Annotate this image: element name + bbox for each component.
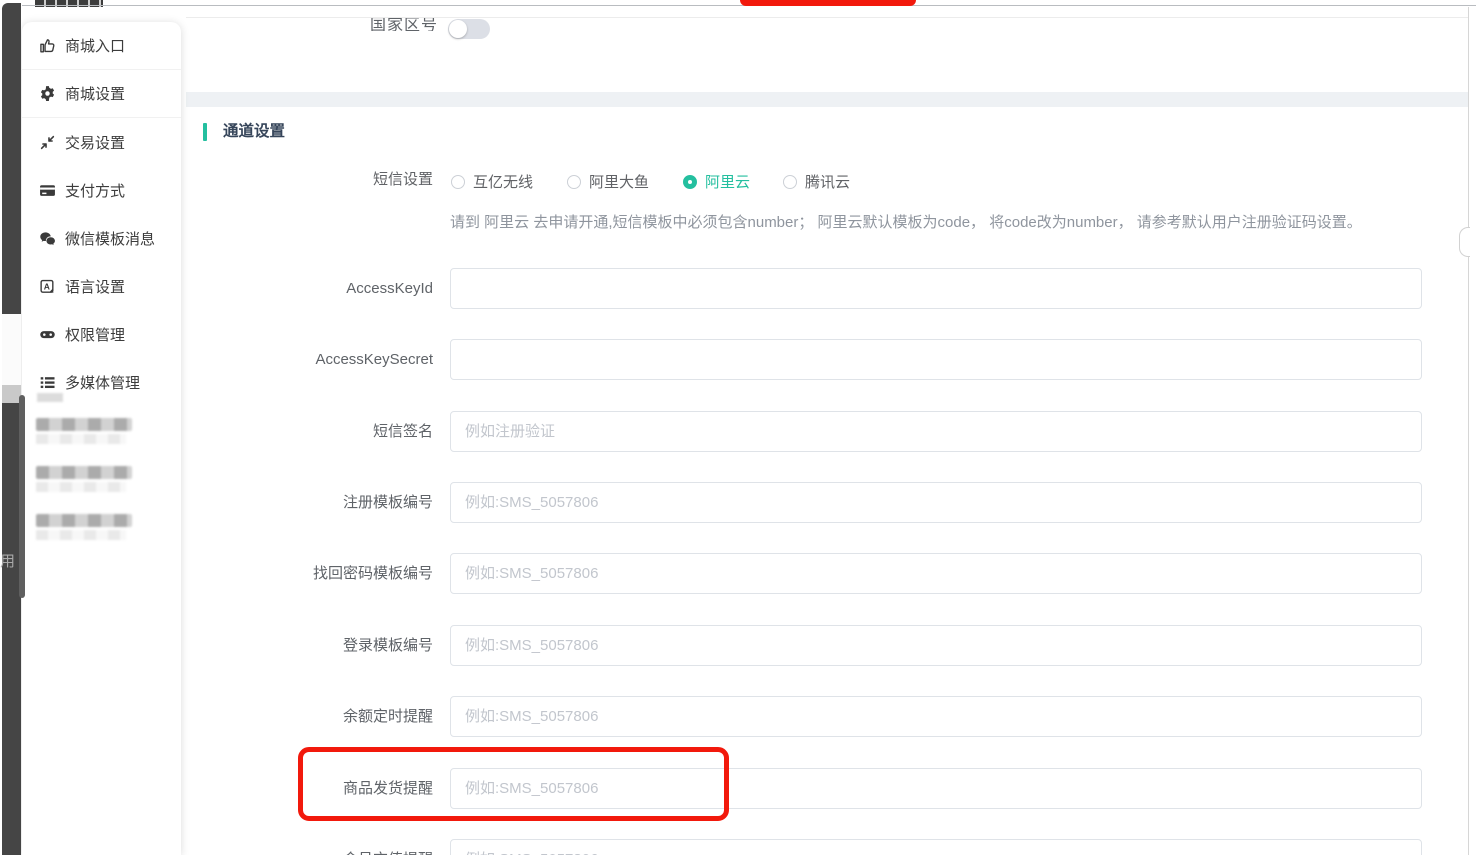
- form-row-sms-signature: 短信签名: [186, 411, 1422, 452]
- country-code-toggle[interactable]: [448, 19, 490, 39]
- sidebar-item-label: 商城设置: [65, 83, 125, 104]
- form-row-login-template: 登录模板编号: [186, 625, 1422, 666]
- form-row-accesskeysecret: AccessKeySecret: [186, 339, 1422, 380]
- field-label: 商品发货提醒: [186, 768, 450, 809]
- blurred-fragment: [37, 393, 63, 402]
- accesskeysecret-input[interactable]: [450, 339, 1422, 380]
- field-label: 找回密码模板编号: [186, 553, 450, 594]
- sidebar-item-label: 微信模板消息: [65, 228, 155, 249]
- wechat-icon: [39, 230, 56, 247]
- sidebar-item-blurred-2[interactable]: [36, 466, 132, 492]
- list-icon: [39, 374, 56, 391]
- radio-huyi-wireless[interactable]: 互亿无线: [451, 171, 533, 192]
- sidebar-item-blurred-3[interactable]: [36, 514, 132, 540]
- credit-card-icon: [39, 182, 56, 199]
- sidebar-item-trade-settings[interactable]: 交易设置: [22, 118, 181, 166]
- content-right-border: [1468, 7, 1469, 855]
- shipping-reminder-input[interactable]: [450, 768, 1422, 809]
- clipped-char: 用: [0, 553, 18, 571]
- field-label: 余额定时提醒: [186, 696, 450, 737]
- country-code-label-clipped: 国家区号: [370, 18, 442, 31]
- gamepad-icon: [39, 326, 56, 343]
- radio-tencent-cloud[interactable]: 腾讯云: [783, 171, 850, 192]
- accesskeyid-input[interactable]: [450, 268, 1422, 309]
- sidebar-item-label: 交易设置: [65, 132, 125, 153]
- radio-aliyun-selected[interactable]: 阿里云: [683, 171, 750, 192]
- section-accent-bar: [203, 123, 207, 141]
- form-row-shipping-reminder: 商品发货提醒: [186, 768, 1422, 809]
- sidebar-item-mall-settings[interactable]: 商城设置: [22, 70, 181, 118]
- radio-circle-icon: [451, 175, 465, 189]
- sidebar-item-label: 多媒体管理: [65, 372, 140, 393]
- recharge-reminder-input[interactable]: [450, 839, 1422, 855]
- sms-provider-row: 短信设置 互亿无线 阿里大鱼 阿里云 腾讯云: [186, 171, 1422, 189]
- radio-ali-dayu[interactable]: 阿里大鱼: [567, 171, 649, 192]
- field-label: 短信签名: [186, 411, 450, 452]
- sidebar-item-label: 权限管理: [65, 324, 125, 345]
- blurred-text: [36, 530, 126, 540]
- blurred-text: [36, 514, 132, 527]
- login-template-input[interactable]: [450, 625, 1422, 666]
- section-separator-band: [186, 92, 1468, 107]
- radio-circle-icon: [567, 175, 581, 189]
- section-title: 通道设置: [223, 123, 285, 141]
- sms-help-text: 请到 阿里云 去申请开通,短信模板中必须包含number； 阿里云默认模板为co…: [450, 213, 1430, 233]
- scrollbar-thumb[interactable]: [19, 395, 25, 598]
- svg-text:A: A: [44, 281, 50, 291]
- gear-icon: [39, 85, 56, 102]
- sidebar-item-permission-management[interactable]: 权限管理: [22, 310, 181, 358]
- password-recovery-template-input[interactable]: [450, 553, 1422, 594]
- sidebar-item-label: 商城入口: [65, 35, 125, 56]
- blurred-text: [36, 482, 126, 492]
- section-header: 通道设置: [203, 123, 285, 141]
- form-row-recharge-reminder-clipped: 会员充值提醒: [186, 839, 1422, 855]
- blurred-text: [36, 418, 132, 431]
- form-row-balance-reminder: 余额定时提醒: [186, 696, 1422, 737]
- sidebar-item-blurred-1[interactable]: [36, 418, 132, 444]
- form-row-register-template: 注册模板编号: [186, 482, 1422, 523]
- field-label: AccessKeyId: [186, 268, 450, 309]
- form-row-accesskeyid: AccessKeyId: [186, 268, 1422, 309]
- language-icon: A: [39, 278, 56, 295]
- sms-signature-input[interactable]: [450, 411, 1422, 452]
- form-row-password-recovery-template: 找回密码模板编号: [186, 553, 1422, 594]
- blurred-text: [36, 434, 126, 444]
- field-label: 注册模板编号: [186, 482, 450, 523]
- compress-arrows-icon: [39, 134, 56, 151]
- sidebar: 商城入口 商城设置 交易设置 支付方式 微信模板消息 A 语言设置 权限管理 多: [22, 22, 181, 855]
- radio-circle-icon: [783, 175, 797, 189]
- toggle-knob: [449, 20, 467, 38]
- sidebar-item-wechat-template[interactable]: 微信模板消息: [22, 214, 181, 262]
- field-label: AccessKeySecret: [186, 339, 450, 380]
- blurred-text: [36, 466, 132, 479]
- balance-reminder-input[interactable]: [450, 696, 1422, 737]
- sidebar-item-language-settings[interactable]: A 语言设置: [22, 262, 181, 310]
- radio-selected-icon: [683, 175, 697, 189]
- field-label: 会员充值提醒: [186, 839, 450, 855]
- sidebar-item-payment-method[interactable]: 支付方式: [22, 166, 181, 214]
- sidebar-item-label: 语言设置: [65, 276, 125, 297]
- thumbs-up-icon: [39, 37, 56, 54]
- sidebar-item-label: 支付方式: [65, 180, 125, 201]
- sms-setting-label: 短信设置: [186, 171, 433, 189]
- field-label: 登录模板编号: [186, 625, 450, 666]
- red-annotation-top: [740, 0, 916, 6]
- background-window-gap: [2, 314, 21, 388]
- sidebar-item-mall-entrance[interactable]: 商城入口: [22, 22, 181, 70]
- register-template-input[interactable]: [450, 482, 1422, 523]
- right-scrollbar-hint[interactable]: [1459, 227, 1470, 257]
- admin-settings-page: 国家区号 通道设置 短信设置 互亿无线 阿里大鱼 阿里云 腾讯云 请到 阿里云 …: [0, 0, 1476, 855]
